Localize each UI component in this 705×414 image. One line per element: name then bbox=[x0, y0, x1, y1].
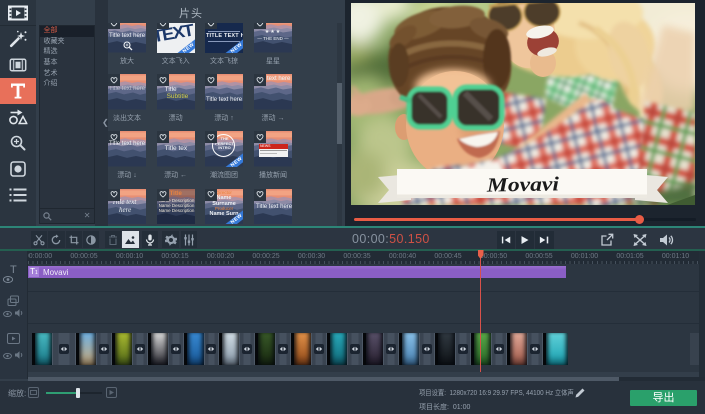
svg-text:Movavi: Movavi bbox=[486, 173, 560, 196]
